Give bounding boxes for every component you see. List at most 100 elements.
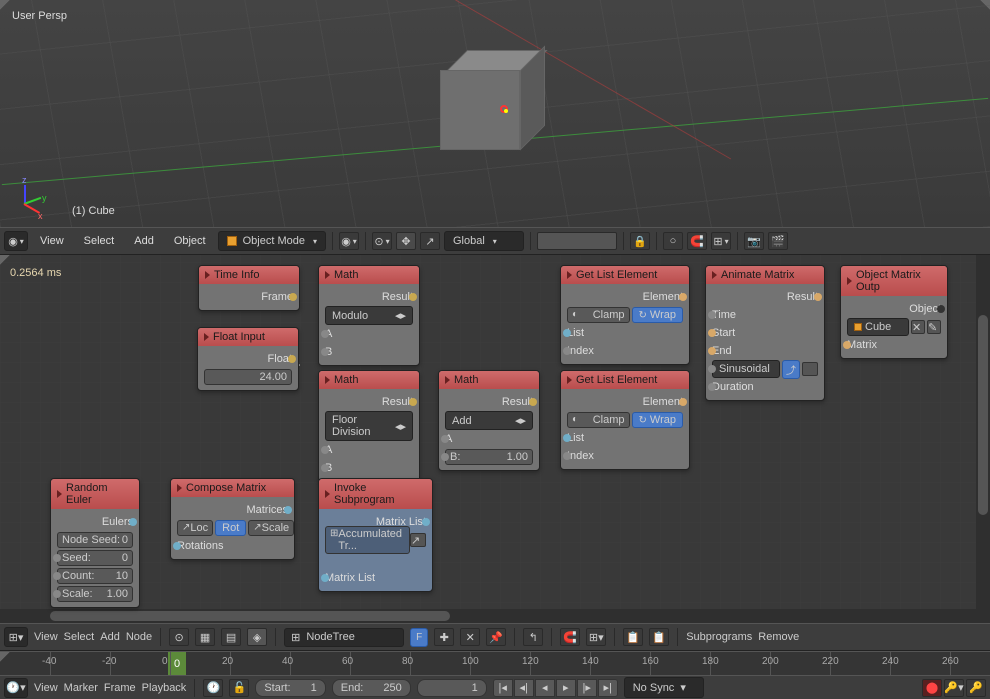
snap-element-dropdown[interactable]: ⊞▾ — [586, 628, 606, 646]
node-math-modulo[interactable]: Math Result Modulo◂▸ A B — [318, 265, 420, 366]
clear-object-button[interactable]: ✕ — [911, 320, 925, 334]
math-b-field[interactable]: B:1.00 — [445, 449, 533, 465]
manipulator-toggle[interactable]: ✥ — [396, 232, 416, 250]
menu-select[interactable]: Select — [64, 631, 95, 643]
shading-dropdown[interactable]: ◉▾ — [339, 232, 359, 250]
proportional-edit-dropdown[interactable]: ○ — [663, 232, 683, 250]
math-operation-dropdown[interactable]: Modulo◂▸ — [325, 306, 413, 325]
keyframe-button[interactable] — [802, 362, 818, 376]
math-operation-dropdown[interactable]: Floor Division◂▸ — [325, 411, 413, 441]
subprogram-field[interactable]: ⊞ Accumulated Tr... — [325, 526, 410, 554]
jump-to-end-button[interactable]: ▸| — [598, 679, 618, 697]
manipulator-translate[interactable]: ↗ — [420, 232, 440, 250]
node-editor[interactable]: 0.2564 ms Time Info Frame Float Input Fl… — [0, 255, 990, 623]
snap-toggle[interactable]: 🧲 — [687, 232, 707, 250]
go-to-parent-button[interactable]: ↰ — [523, 628, 543, 646]
jump-to-start-button[interactable]: |◂ — [493, 679, 513, 697]
lock-time-toggle[interactable]: 🔓 — [229, 679, 249, 697]
opengl-render-anim-button[interactable]: 🎬 — [768, 232, 788, 250]
unlink-tree-button[interactable]: ✕ — [460, 628, 480, 646]
clamp-toggle[interactable]: ◐ Clamp — [567, 412, 630, 428]
paste-nodes-button[interactable]: 📋 — [649, 628, 669, 646]
node-math-add[interactable]: Math Result Add◂▸ A B:1.00 — [438, 370, 540, 471]
menu-select[interactable]: Select — [76, 232, 123, 250]
snap-toggle[interactable]: 🧲 — [560, 628, 580, 646]
menu-object[interactable]: Object — [166, 232, 214, 250]
seed-field[interactable]: Seed:0 — [57, 550, 133, 566]
cube-mesh[interactable] — [440, 50, 540, 150]
orientation-dropdown[interactable]: Global▾ — [444, 231, 524, 251]
float-value-field[interactable]: 24.00 — [204, 369, 292, 385]
play-button[interactable]: ▸ — [556, 679, 576, 697]
eyedropper-button[interactable]: ✎ — [927, 320, 941, 334]
node-object-matrix-output[interactable]: Object Matrix Outp Object Cube ✕ ✎ Matri… — [840, 265, 948, 359]
easing-button[interactable]: ⤴ — [782, 360, 800, 379]
opengl-render-button[interactable]: 📷 — [744, 232, 764, 250]
fake-user-toggle[interactable]: F — [410, 628, 428, 647]
pivot-dropdown[interactable]: ⊙▾ — [372, 232, 392, 250]
snap-element-dropdown[interactable]: ⊞▾ — [711, 232, 731, 250]
menu-marker[interactable]: Marker — [64, 682, 98, 694]
node-compose-matrix[interactable]: Compose Matrix Matrices ↗ Loc Rot ↗ Scal… — [170, 478, 295, 560]
count-field[interactable]: Count:10 — [57, 568, 133, 584]
viewport-3d[interactable]: User Persp z y x (1) Cube — [0, 0, 990, 227]
timeline[interactable]: 0 -40-2002040608010012014016018020022024… — [0, 651, 990, 675]
menu-view[interactable]: View — [32, 232, 72, 250]
menu-add[interactable]: Add — [126, 232, 162, 250]
edit-subprogram-button[interactable]: ↗ — [410, 533, 426, 547]
menu-playback[interactable]: Playback — [142, 682, 187, 694]
mode-dropdown[interactable]: Object Mode▾ — [218, 231, 326, 251]
node-get-list-element-2[interactable]: Get List Element Element ◐ Clamp ↻ Wrap … — [560, 370, 690, 470]
insert-keyframe-button[interactable]: 🔑 — [966, 679, 986, 697]
timeline-ruler[interactable]: 0 -40-2002040608010012014016018020022024… — [0, 652, 990, 675]
loc-toggle[interactable]: ↗ Loc — [177, 520, 213, 536]
keyframe-next-button[interactable]: |▸ — [577, 679, 597, 697]
wrap-toggle[interactable]: ↻ Wrap — [632, 412, 683, 428]
object-field[interactable]: Cube — [847, 318, 909, 336]
scale-toggle[interactable]: ↗ Scale — [248, 520, 294, 536]
interpolation-dropdown[interactable]: Sinusoidal — [712, 360, 780, 378]
copy-nodes-button[interactable]: 📋 — [623, 628, 643, 646]
menu-view[interactable]: View — [34, 631, 58, 643]
menu-node[interactable]: Node — [126, 631, 152, 643]
start-frame-field[interactable]: Start:1 — [255, 679, 325, 697]
menu-frame[interactable]: Frame — [104, 682, 136, 694]
node-seed-field[interactable]: Node Seed:0 — [57, 532, 133, 548]
add-tree-button[interactable]: ✚ — [434, 628, 454, 646]
tree-type-texture[interactable]: ▤ — [221, 628, 241, 646]
clamp-toggle[interactable]: ◐ Clamp — [567, 307, 630, 323]
node-invoke-subprogram[interactable]: Invoke Subprogram Matrix List ⊞ Accumula… — [318, 478, 433, 592]
tree-type-shader[interactable]: ⊙ — [169, 628, 189, 646]
menu-add[interactable]: Add — [100, 631, 120, 643]
node-float-input[interactable]: Float Input Float 24.00 — [197, 327, 299, 391]
vertical-scrollbar[interactable] — [976, 255, 990, 623]
horizontal-scrollbar[interactable] — [0, 609, 976, 623]
node-random-euler[interactable]: Random Euler Eulers Node Seed:0 Seed:0 C… — [50, 478, 140, 608]
editor-type-selector[interactable]: ◉▾ — [4, 231, 28, 251]
tree-type-compositing[interactable]: ▦ — [195, 628, 215, 646]
keyframe-prev-button[interactable]: ◂| — [514, 679, 534, 697]
node-math-floor-division[interactable]: Math Result Floor Division◂▸ A B — [318, 370, 420, 482]
layers-button[interactable] — [537, 232, 617, 250]
sync-mode-dropdown[interactable]: No Sync▾ — [624, 677, 704, 698]
editor-type-selector[interactable]: ⊞▾ — [4, 627, 28, 647]
current-frame-field[interactable]: 1 — [417, 679, 487, 697]
tree-type-animation-nodes[interactable]: ◈ — [247, 628, 267, 646]
use-preview-range-toggle[interactable]: 🕐 — [203, 679, 223, 697]
play-reverse-button[interactable]: ◂ — [535, 679, 555, 697]
wrap-toggle[interactable]: ↻ Wrap — [632, 307, 683, 323]
auto-keyframe-toggle[interactable]: ⬤ — [922, 679, 942, 697]
scale-field[interactable]: Scale:1.00 — [57, 586, 133, 602]
math-operation-dropdown[interactable]: Add◂▸ — [445, 411, 533, 430]
end-frame-field[interactable]: End:250 — [332, 679, 411, 697]
remove-menu[interactable]: Remove — [758, 631, 799, 643]
node-animate-matrix[interactable]: Animate Matrix Result Time Start End Sin… — [705, 265, 825, 401]
keying-set-dropdown[interactable]: 🔑▾ — [944, 679, 964, 697]
pin-button[interactable]: 📌 — [486, 628, 506, 646]
node-time-info[interactable]: Time Info Frame — [198, 265, 300, 311]
subprograms-menu[interactable]: Subprograms — [686, 631, 752, 643]
editor-type-selector[interactable]: 🕐▾ — [4, 678, 28, 698]
menu-view[interactable]: View — [34, 682, 58, 694]
area-corner-grip[interactable] — [0, 255, 12, 267]
node-get-list-element-1[interactable]: Get List Element Element ◐ Clamp ↻ Wrap … — [560, 265, 690, 365]
